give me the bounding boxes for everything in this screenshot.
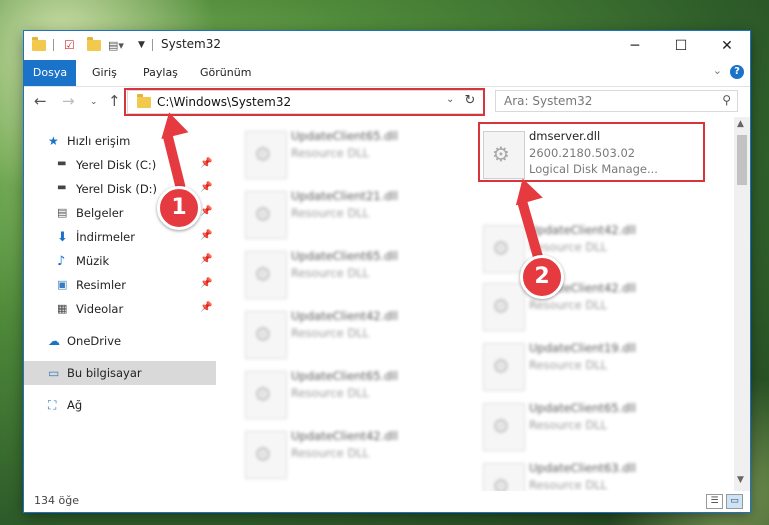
expand-ribbon-icon[interactable]: ⌄	[713, 64, 722, 77]
chevron-down-icon[interactable]: ▼	[138, 37, 145, 53]
file-item[interactable]: UpdateClient42.dll Resource DLL	[481, 277, 711, 333]
videos-icon: ▦	[57, 302, 68, 315]
sidebar-item-pictures[interactable]: ▣ Resimler 📌	[24, 273, 216, 297]
sidebar-item-music[interactable]: ♪ Müzik 📌	[24, 249, 216, 273]
tab-dosya[interactable]: Dosya	[24, 60, 76, 86]
file-item[interactable]: UpdateClient42.dll Resource DLL	[481, 219, 711, 275]
pin-icon[interactable]: 📌	[200, 206, 212, 217]
file-explorer-window: ☑ ▤▾ ▼ System32 ─ ☐ ✕ Dosya Giriş Paylaş…	[24, 31, 750, 512]
pin-icon[interactable]: 📌	[200, 254, 212, 265]
file-item[interactable]: UpdateClient21.dll Resource DLL	[243, 185, 473, 241]
pictures-icon: ▣	[57, 278, 68, 291]
file-item[interactable]: UpdateClient19.dll Resource DLL	[481, 337, 711, 393]
ribbon-tabs: Dosya Giriş Paylaş Görünüm ⌄ ?	[24, 60, 750, 87]
step-1-badge: 1	[157, 186, 201, 230]
drive-icon: ▬	[57, 158, 67, 169]
drive-icon: ▬	[57, 182, 67, 193]
dll-file-icon	[483, 225, 525, 273]
scrollbar-thumb[interactable]	[737, 135, 747, 185]
up-arrow-icon[interactable]: ↑	[108, 92, 121, 110]
file-item[interactable]: UpdateClient65.dll Resource DLL	[243, 365, 473, 421]
scroll-down-icon[interactable]: ▼	[737, 475, 744, 485]
search-icon: ⚲	[722, 93, 731, 107]
status-bar: 134 öğe ☰ ▭	[24, 491, 750, 512]
tab-gorunum[interactable]: Görünüm	[200, 60, 251, 86]
minimize-button[interactable]: ─	[612, 31, 658, 60]
dll-file-icon	[483, 343, 525, 391]
folder-icon	[32, 36, 46, 51]
divider	[53, 39, 54, 51]
network-icon: ⛶	[48, 398, 57, 412]
scroll-up-icon[interactable]: ▲	[737, 119, 744, 129]
item-count: 134 öğe	[34, 494, 79, 507]
file-item[interactable]: UpdateClient42.dll Resource DLL	[243, 305, 473, 361]
sidebar-item-local-disk-c[interactable]: ▬ Yerel Disk (C:) 📌	[24, 153, 216, 177]
sidebar-item-this-pc[interactable]: ▭ Bu bilgisayar	[24, 361, 216, 385]
highlight-file-box	[478, 122, 705, 182]
dll-file-icon	[483, 283, 525, 331]
vertical-scrollbar[interactable]: ▲ ▼	[734, 117, 750, 491]
sidebar-item-downloads[interactable]: ⬇ İndirmeler 📌	[24, 225, 216, 249]
star-icon: ★	[48, 134, 59, 148]
file-item[interactable]: UpdateClient65.dll Resource DLL	[243, 245, 473, 301]
pin-icon[interactable]: 📌	[200, 302, 212, 313]
dll-file-icon	[245, 371, 287, 419]
download-icon: ⬇	[57, 230, 68, 245]
recent-locations-icon[interactable]: ⌄	[90, 97, 98, 107]
quick-access-toolbar	[32, 36, 46, 53]
dll-file-icon	[245, 431, 287, 479]
sidebar-item-videos[interactable]: ▦ Videolar 📌	[24, 297, 216, 321]
file-item[interactable]: UpdateClient63.dll Resource DLL	[481, 457, 711, 491]
dll-file-icon	[245, 191, 287, 239]
pin-icon[interactable]: 📌	[200, 230, 212, 241]
search-input[interactable]: Ara: System32 ⚲	[495, 90, 738, 112]
title-bar: ☑ ▤▾ ▼ System32 ─ ☐ ✕	[24, 31, 750, 60]
close-button[interactable]: ✕	[704, 31, 750, 60]
computer-icon: ▭	[48, 366, 60, 380]
dll-file-icon	[245, 131, 287, 179]
dll-file-icon	[483, 403, 525, 451]
documents-icon: ▤	[57, 206, 68, 219]
sidebar-item-network[interactable]: ⛶ Ağ	[24, 393, 216, 417]
maximize-button[interactable]: ☐	[658, 31, 704, 60]
tab-paylas[interactable]: Paylaş	[143, 60, 178, 86]
file-item[interactable]: UpdateClient42.dll Resource DLL	[243, 425, 473, 481]
large-icons-view-icon[interactable]: ▭	[726, 494, 743, 509]
details-view-icon[interactable]: ☰	[706, 494, 723, 509]
cloud-icon: ☁	[48, 334, 60, 348]
dll-file-icon	[483, 463, 525, 491]
new-folder-icon[interactable]	[87, 36, 101, 53]
pin-icon[interactable]: 📌	[200, 278, 212, 289]
music-icon: ♪	[57, 254, 66, 269]
sidebar-item-onedrive[interactable]: ☁ OneDrive	[24, 329, 216, 353]
dll-file-icon	[245, 311, 287, 359]
divider	[152, 39, 153, 51]
dll-file-icon	[245, 251, 287, 299]
pin-icon[interactable]: 📌	[200, 182, 212, 193]
sidebar-item-quick-access[interactable]: ★ Hızlı erişim	[24, 129, 216, 153]
search-placeholder: Ara: System32	[504, 94, 593, 108]
file-item[interactable]: UpdateClient65.dll Resource DLL	[481, 397, 711, 453]
navigation-bar: ← → ⌄ ↑ C:\Windows\System32 ⌄ ↻ Ara: Sys…	[24, 87, 750, 117]
navigation-pane: ★ Hızlı erişim ▬ Yerel Disk (C:) 📌 ▬ Yer…	[24, 117, 216, 491]
pin-icon[interactable]: 📌	[200, 158, 212, 169]
file-item[interactable]: UpdateClient65.dll Resource DLL	[243, 125, 473, 181]
tab-giris[interactable]: Giriş	[92, 60, 117, 86]
properties-icon[interactable]: ☑	[64, 37, 75, 53]
window-title: System32	[161, 37, 222, 51]
step-2-badge: 2	[520, 255, 564, 299]
customize-toolbar-icon[interactable]: ▤▾	[108, 37, 124, 53]
file-list: UpdateClient65.dll Resource DLL UpdateCl…	[219, 117, 732, 491]
back-arrow-icon[interactable]: ←	[34, 92, 47, 110]
help-icon[interactable]: ?	[730, 65, 744, 79]
forward-arrow-icon[interactable]: →	[62, 92, 75, 110]
